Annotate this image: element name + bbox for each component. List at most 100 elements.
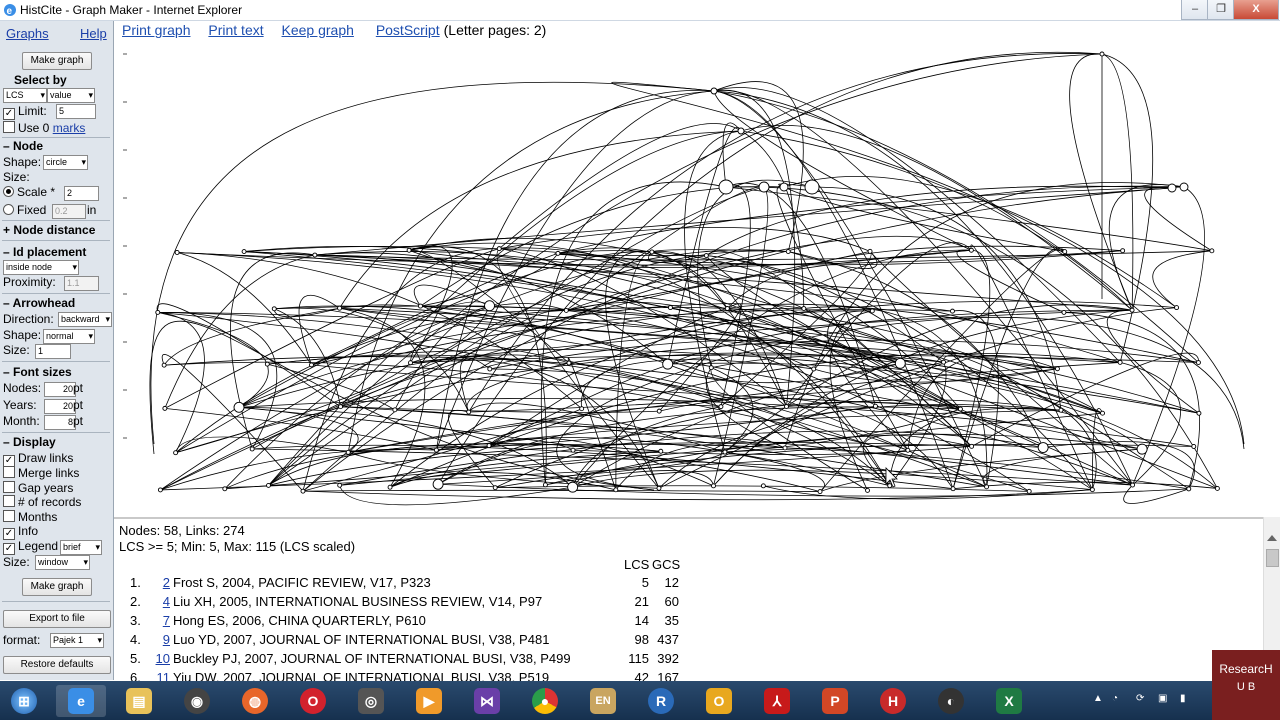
print-graph-link[interactable]: Print graph	[122, 22, 190, 38]
taskbar-camera[interactable]: ◎	[346, 685, 396, 717]
graph-node[interactable]	[760, 483, 766, 489]
graph-node[interactable]	[1214, 486, 1220, 491]
graph-node[interactable]	[566, 360, 572, 366]
record-id-link[interactable]: 7	[154, 613, 170, 628]
taskbar-outlook[interactable]: O	[694, 685, 744, 717]
proximity-input[interactable]: 1.1	[64, 276, 99, 291]
num-records-checkbox[interactable]	[3, 495, 15, 507]
graph-node[interactable]	[466, 409, 472, 415]
graph-node[interactable]	[486, 443, 492, 449]
scale-input[interactable]: 2	[64, 186, 99, 201]
graphs-link[interactable]: Graphs	[6, 26, 49, 41]
graph-node[interactable]	[1026, 488, 1032, 494]
graph-node[interactable]	[613, 487, 619, 493]
nodes-font-input[interactable]: 20	[44, 382, 76, 397]
graph-node[interactable]	[1129, 307, 1135, 313]
use0-checkbox[interactable]	[3, 121, 15, 133]
graph-node[interactable]	[271, 306, 277, 312]
scale-radio[interactable]	[3, 186, 14, 197]
graph-node[interactable]	[563, 307, 569, 313]
graph-node[interactable]	[1062, 249, 1068, 255]
fixed-input[interactable]: 0.2	[52, 204, 86, 219]
graph-node[interactable]	[337, 305, 343, 311]
graph-node[interactable]	[309, 362, 314, 368]
graph-node[interactable]	[1174, 305, 1180, 311]
limit-input[interactable]: 5	[56, 104, 96, 119]
select-field-dropdown[interactable]: LCS	[3, 88, 47, 103]
graph-node[interactable]	[656, 408, 662, 414]
graph-node[interactable]	[649, 249, 655, 255]
graph-node[interactable]	[1054, 366, 1060, 372]
legend-dropdown[interactable]: brief	[60, 540, 102, 555]
graph-node[interactable]	[703, 253, 709, 258]
taskbar-eye-app[interactable]: ◉	[172, 685, 222, 717]
font-sizes-heading[interactable]: – Font sizes	[3, 365, 72, 379]
taskbar-chrome[interactable]: ●	[520, 685, 570, 717]
format-dropdown[interactable]: Pajek 1	[50, 633, 104, 648]
graph-node[interactable]	[312, 252, 318, 258]
graph-node[interactable]	[1167, 183, 1177, 193]
graph-node[interactable]	[173, 450, 179, 456]
graph-node[interactable]	[869, 308, 875, 314]
graph-node[interactable]	[873, 403, 878, 409]
start-button[interactable]: ⊞	[2, 685, 46, 717]
graph-node[interactable]	[337, 482, 343, 488]
graph-node[interactable]	[941, 359, 947, 365]
scroll-thumb[interactable]	[1266, 549, 1279, 567]
months-checkbox[interactable]	[3, 510, 15, 522]
graph-node[interactable]	[432, 478, 444, 490]
graph-node[interactable]	[804, 179, 820, 195]
tray-expand-icon[interactable]: ▲	[1093, 693, 1103, 704]
arrow-size-input[interactable]: 1	[35, 344, 71, 359]
display-size-dropdown[interactable]: window	[35, 555, 90, 570]
graph-node[interactable]	[1179, 182, 1189, 192]
taskbar-opera[interactable]: O	[288, 685, 338, 717]
graph-node[interactable]	[392, 407, 398, 413]
graph-node[interactable]	[969, 443, 975, 449]
graph-node[interactable]	[345, 449, 351, 455]
graph-node[interactable]	[233, 401, 245, 413]
display-heading[interactable]: – Display	[3, 435, 56, 449]
graph-node[interactable]	[1099, 51, 1105, 57]
taskbar-histcite[interactable]: H	[868, 685, 918, 717]
graph-node[interactable]	[779, 182, 789, 192]
fixed-radio[interactable]	[3, 204, 14, 215]
graph-node[interactable]	[887, 483, 893, 489]
marks-link[interactable]: marks	[53, 121, 86, 135]
taskbar-acrobat[interactable]: ⅄	[752, 685, 802, 717]
merge-links-checkbox[interactable]	[3, 466, 15, 478]
graph-node[interactable]	[555, 250, 561, 256]
graph-node[interactable]	[241, 249, 247, 254]
graph-node[interactable]	[487, 366, 493, 372]
taskbar-language[interactable]: EN	[578, 685, 628, 717]
graph-node[interactable]	[433, 447, 439, 453]
tray-signal-icon[interactable]: ▮	[1180, 693, 1186, 704]
graph-node[interactable]	[300, 488, 306, 494]
gap-years-checkbox[interactable]	[3, 481, 15, 493]
node-distance-heading[interactable]: + Node distance	[3, 223, 95, 237]
taskbar-r[interactable]: R	[636, 685, 686, 717]
graph-node[interactable]	[656, 485, 662, 491]
close-button[interactable]: X	[1233, 0, 1279, 20]
graph-node[interactable]	[718, 404, 724, 410]
graph-node[interactable]	[867, 248, 873, 254]
make-graph-button[interactable]: Make graph	[22, 52, 92, 70]
graph-node[interactable]	[801, 306, 807, 311]
graph-node[interactable]	[1136, 443, 1148, 455]
taskbar-visual-studio[interactable]: ⋈	[462, 685, 512, 717]
make-graph-bottom-button[interactable]: Make graph	[22, 578, 92, 596]
graph-node[interactable]	[1120, 248, 1126, 254]
graph-node[interactable]	[162, 405, 168, 411]
taskbar-firefox[interactable]: ◍	[230, 685, 280, 717]
scroll-up-arrow[interactable]	[1267, 535, 1277, 541]
graph-node[interactable]	[865, 487, 870, 493]
tray-printer-icon[interactable]: ▣	[1158, 693, 1167, 704]
record-id-link[interactable]: 4	[154, 594, 170, 609]
graph-node[interactable]	[249, 446, 255, 452]
graph-node[interactable]	[155, 309, 161, 315]
graph-node[interactable]	[1061, 309, 1067, 315]
graph-node[interactable]	[1058, 407, 1064, 413]
graph-node[interactable]	[905, 447, 911, 453]
graph-node[interactable]	[496, 246, 502, 252]
arrow-direction-dropdown[interactable]: backward	[58, 312, 112, 327]
